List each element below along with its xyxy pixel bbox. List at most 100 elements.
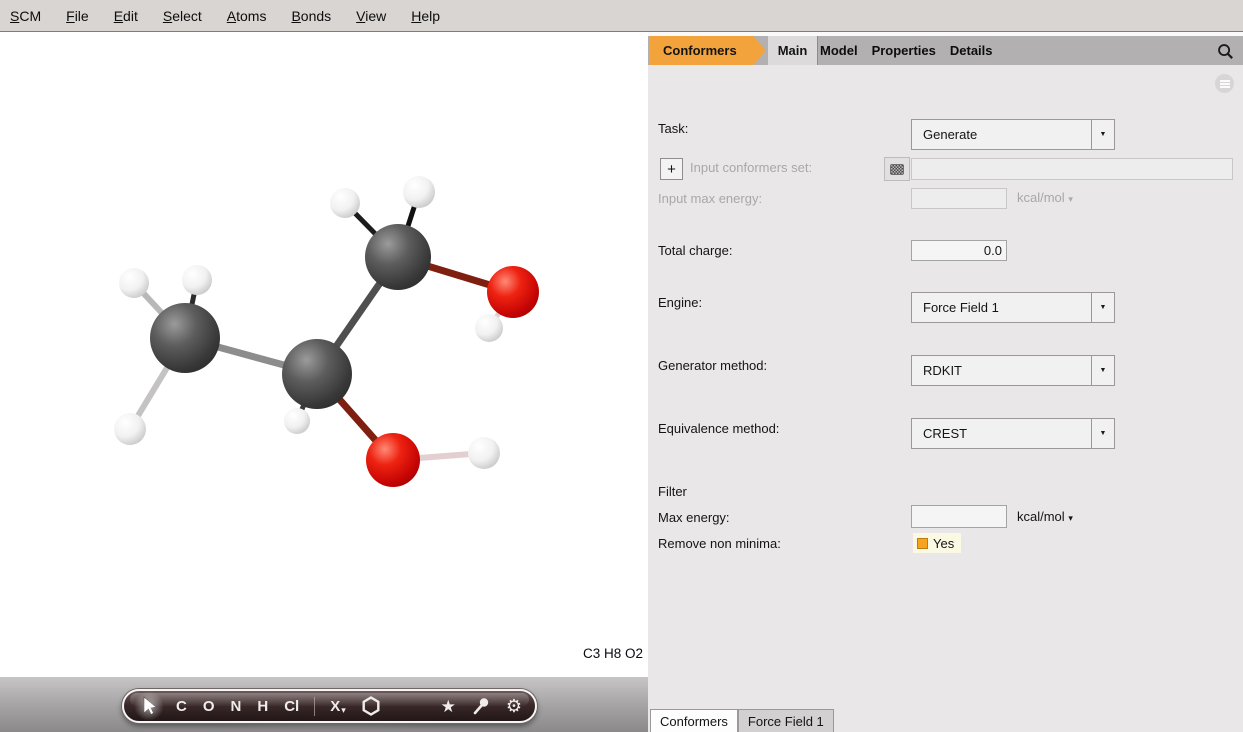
remove-non-minima-toggle[interactable]: Yes [913,533,961,553]
atom-H2[interactable] [403,176,435,208]
max-energy-field[interactable] [911,505,1007,528]
atom-O1[interactable] [487,266,539,318]
element-x-button[interactable]: X▾ [330,698,346,715]
atom-C3[interactable] [282,339,352,409]
menu-item-atoms[interactable]: Atoms [227,8,267,24]
generator-method-value: RDKIT [912,356,1091,385]
menu-bar: SCM File Edit Select Atoms Bonds View Help [0,0,1243,32]
atom-H1[interactable] [330,188,360,218]
task-dropdown-caret-icon: ▼ [1091,120,1114,149]
atom-C2[interactable] [150,303,220,373]
add-conformers-button[interactable]: + [660,158,683,180]
max-energy-unit-label: kcal/mol [1017,509,1065,524]
max-energy-unit[interactable]: kcal/mol ▾ [1017,509,1073,524]
element-n-button[interactable]: N [231,699,242,714]
menu-item-bonds[interactable]: Bonds [291,8,331,24]
menu-item-help[interactable]: Help [411,8,440,24]
search-button[interactable] [1214,40,1236,62]
atom-H7[interactable] [284,408,310,434]
equivalence-method-value: CREST [912,419,1091,448]
star-icon: ★ [441,698,456,715]
element-c-button[interactable]: C [176,699,187,714]
search-icon [1216,42,1234,60]
atom-O2[interactable] [366,433,420,487]
atom-H4[interactable] [182,265,212,295]
element-x-label: X [330,699,340,714]
element-cl-button[interactable]: Cl [284,699,299,714]
equivalence-method-dropdown[interactable]: CREST ▼ [911,418,1115,449]
engine-label: Engine: [658,295,702,310]
tab-properties[interactable]: Properties [872,43,936,58]
viewport-dock: C O NH Cl X▾ ★ ⚙ [0,677,648,732]
bottom-tab-bar: ConformersForce Field 1 [648,708,1243,732]
filter-header: Filter [658,484,687,499]
remove-non-minima-value: Yes [933,536,954,551]
molecule-formula: C3 H8 O2 [583,646,643,661]
element-buttons: C O NH Cl [176,699,299,714]
engine-dropdown[interactable]: Force Field 1 ▼ [911,292,1115,323]
generator-method-label: Generator method: [658,358,767,373]
unit-caret-icon: ▾ [1068,513,1073,523]
draw-toolbar: C O NH Cl X▾ ★ ⚙ [122,689,537,723]
ring-tool-button[interactable] [361,696,381,716]
engine-dropdown-caret-icon: ▼ [1091,293,1114,322]
engine-value: Force Field 1 [912,293,1091,322]
menu-item-view[interactable]: View [356,8,386,24]
element-h-button[interactable]: H [257,699,268,714]
menu-item-edit[interactable]: Edit [114,8,138,24]
select-cursor-tool[interactable] [137,694,161,718]
task-dropdown[interactable]: Generate ▼ [911,119,1115,150]
file-hatch-icon [890,164,904,175]
input-max-energy-unit-label: kcal/mol [1017,190,1065,205]
checkbox-checked-icon [917,538,928,549]
tab-main-label: Main [778,43,808,58]
atom-H3[interactable] [475,314,503,342]
browse-conformers-button[interactable] [884,157,910,181]
task-value: Generate [912,120,1091,149]
molecule-viewport[interactable]: C3 H8 O2 [0,32,648,677]
plus-icon: + [667,161,676,178]
gear-icon: ⚙ [506,697,522,715]
menu-item-scm[interactable]: SCM [10,8,41,24]
atom-H6[interactable] [114,413,146,445]
atom-C1[interactable] [365,224,431,290]
toolbar-divider [314,697,315,716]
equivalence-method-label: Equivalence method: [658,421,779,436]
total-charge-field[interactable] [911,240,1007,261]
bottom-tab-conformers[interactable]: Conformers [650,709,738,732]
unit-caret-icon: ▾ [1068,194,1073,204]
input-max-energy-field[interactable] [911,188,1007,209]
task-label: Task: [658,121,688,136]
element-dropdown-caret-icon: ▾ [341,706,346,715]
tab-model[interactable]: Model [820,43,858,58]
tab-details[interactable]: Details [950,43,993,58]
conformers-tool-tab[interactable]: Conformers [650,36,766,65]
bottom-tab-force-field-1[interactable]: Force Field 1 [738,709,834,732]
atom-H5[interactable] [119,268,149,298]
molecule-view[interactable] [0,32,648,677]
generator-method-caret-icon: ▼ [1091,356,1114,385]
max-energy-label: Max energy: [658,510,730,525]
panel-menu-button[interactable] [1215,74,1234,93]
input-max-energy-label: Input max energy: [658,191,762,206]
tab-row: Model Properties Details [820,36,993,65]
hexagon-icon [361,696,381,716]
input-max-energy-unit[interactable]: kcal/mol ▾ [1017,190,1073,205]
input-conformers-label: Input conformers set: [690,160,812,175]
input-conformers-field[interactable] [911,158,1233,180]
menu-item-file[interactable]: File [66,8,89,24]
settings-tool-button[interactable]: ⚙ [506,697,522,715]
menu-item-select[interactable]: Select [163,8,202,24]
atom-H8[interactable] [468,437,500,469]
equivalence-method-caret-icon: ▼ [1091,419,1114,448]
wand-icon [471,696,491,716]
hamburger-icon [1219,79,1231,89]
generator-method-dropdown[interactable]: RDKIT ▼ [911,355,1115,386]
structure-tool-button[interactable]: ★ [441,698,456,715]
conformers-tool-tab-label: Conformers [663,43,737,58]
cursor-glow [133,691,165,721]
total-charge-label: Total charge: [658,243,732,258]
wand-tool-button[interactable] [471,696,491,716]
tab-main[interactable]: Main [768,36,818,65]
element-o-button[interactable]: O [203,699,215,714]
